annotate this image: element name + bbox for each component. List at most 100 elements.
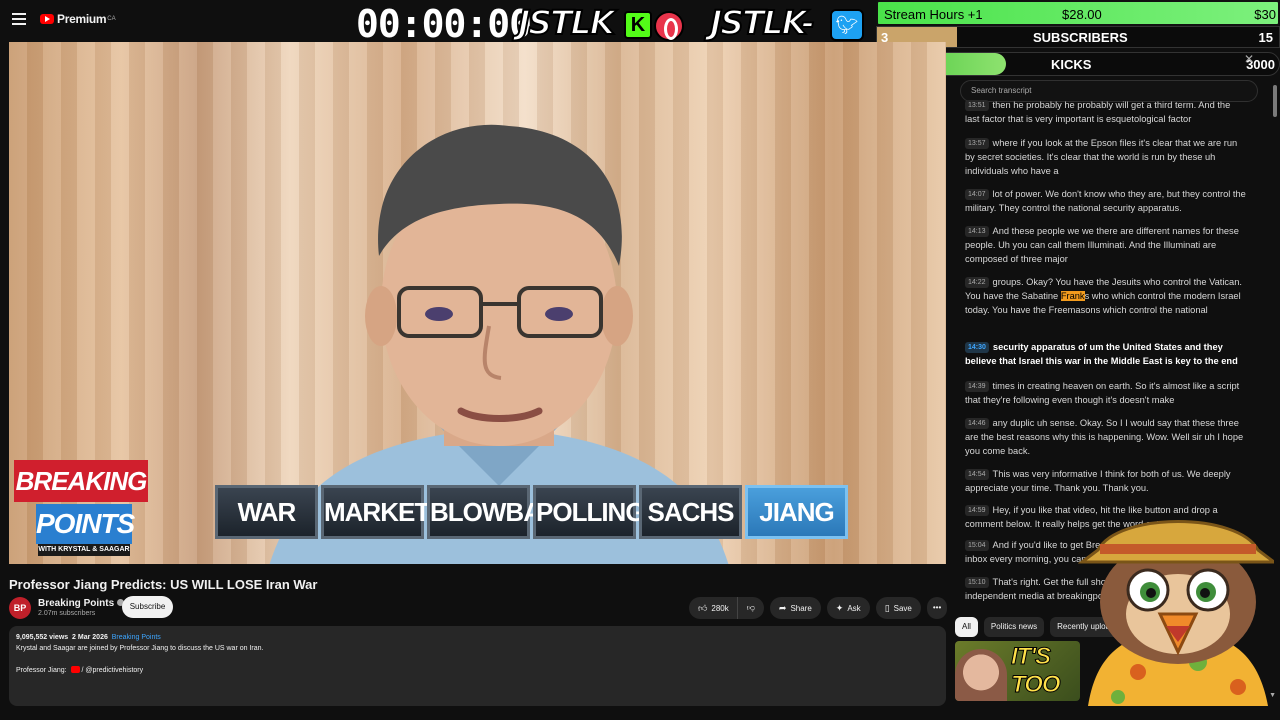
topic-jiang: JIANG bbox=[745, 485, 848, 539]
thumbs-up-icon: 👍︎ bbox=[698, 603, 708, 613]
bird-mascot-overlay bbox=[1078, 520, 1274, 706]
logo-region: CA bbox=[107, 16, 116, 22]
transcript-segment[interactable]: 14:22 groups. Okay? You have the Jesuits … bbox=[965, 275, 1247, 317]
segment-timestamp[interactable]: 14:30 bbox=[965, 342, 989, 353]
ask-button[interactable]: ✦ Ask bbox=[826, 597, 870, 619]
topic-polling: POLLING bbox=[533, 485, 646, 539]
youtube-premium-logo[interactable]: Premium CA bbox=[40, 12, 116, 26]
more-actions-button[interactable]: ••• bbox=[926, 597, 948, 619]
channel-avatar[interactable]: BP bbox=[9, 597, 31, 619]
share-arrow-icon: ➦ bbox=[778, 603, 787, 613]
segment-timestamp[interactable]: 13:51 bbox=[965, 100, 989, 111]
sparkle-icon: ✦ bbox=[835, 603, 844, 613]
subscribe-button[interactable]: Subscribe bbox=[122, 596, 173, 618]
topic-blowback: BLOWBACK bbox=[427, 485, 578, 539]
transcript-segment[interactable]: 14:07 lot of power. We don't know who the… bbox=[965, 187, 1247, 215]
search-highlight: Frank bbox=[1060, 291, 1085, 301]
segment-timestamp[interactable]: 15:04 bbox=[965, 540, 989, 551]
segment-timestamp[interactable]: 14:46 bbox=[965, 418, 989, 429]
segment-timestamp[interactable]: 13:57 bbox=[965, 138, 989, 149]
segment-timestamp[interactable]: 14:39 bbox=[965, 381, 989, 392]
brand-right-suffix: - bbox=[800, 3, 816, 43]
transcript-segment[interactable]: 14:39 times in creating heaven on earth. … bbox=[965, 379, 1247, 407]
chip-all[interactable]: All bbox=[955, 617, 978, 637]
close-panel-icon[interactable]: ✕ bbox=[1244, 52, 1270, 66]
stream-hours-amount: $28.00 bbox=[1062, 7, 1102, 22]
segment-text: times in creating heaven on earth. So it… bbox=[965, 381, 1240, 405]
share-label: Share bbox=[790, 604, 812, 613]
video-description[interactable]: 9,095,552 views 2 Mar 2026 Breaking Poin… bbox=[9, 626, 946, 706]
recommended-video-thumbnail[interactable]: IT'S TOO bbox=[955, 641, 1080, 701]
segment-text: lot of power. We don't know who they are… bbox=[965, 189, 1246, 213]
thumbnail-text: IT'S TOO bbox=[1011, 643, 1062, 699]
video-player[interactable]: BREAKING POINTS WITH KRYSTAL & SAAGAR WA… bbox=[9, 42, 946, 564]
youtube-play-icon bbox=[40, 14, 54, 24]
save-label: Save bbox=[893, 604, 912, 613]
segment-text: security apparatus of um the United Stat… bbox=[965, 342, 1238, 366]
twitter-bird-icon: 🐦︎ bbox=[830, 9, 864, 41]
hamburger-menu-icon[interactable] bbox=[12, 13, 26, 25]
segment-text: then he probably he probably will get a … bbox=[965, 100, 1231, 124]
youtube-handle-icon bbox=[70, 666, 80, 673]
segment-timestamp[interactable]: 15:10 bbox=[965, 577, 989, 588]
stream-hours-goal-amount: $30 bbox=[1254, 7, 1276, 22]
description-line: Krystal and Saagar are joined by Profess… bbox=[16, 645, 264, 652]
dislike-button[interactable]: 👎︎ bbox=[736, 597, 764, 619]
logo-points-text: POINTS bbox=[36, 504, 135, 544]
transcript-segment[interactable]: 14:13 And these people we we there are di… bbox=[965, 224, 1247, 266]
stream-hours-goal: Stream Hours +1 $28.00 $30 bbox=[876, 0, 1280, 26]
recording-icon bbox=[654, 11, 684, 41]
transcript-segment[interactable]: 14:30 security apparatus of um the United… bbox=[965, 340, 1247, 368]
ask-label: Ask bbox=[847, 604, 861, 613]
save-button[interactable]: ▯ Save bbox=[875, 597, 921, 619]
segment-text: And these people we we there are differe… bbox=[965, 226, 1239, 264]
logo-text: Premium bbox=[57, 12, 107, 26]
topic-war: WAR bbox=[215, 485, 318, 539]
transcript-segment[interactable]: 13:57 where if you look at the Epson file… bbox=[965, 136, 1247, 178]
logo-breaking-text: BREAKING bbox=[14, 460, 148, 502]
guest-label: Professor Jiang: bbox=[16, 667, 67, 674]
transcript-segment[interactable]: 13:51 then he probably he probably will g… bbox=[965, 98, 1247, 126]
topic-banner: WAR MARKETS BLOWBACK POLLING SACHS JIANG bbox=[215, 485, 848, 539]
brand-logo-right: JSTLK- bbox=[709, 3, 816, 43]
channel-subscriber-count: 2.07m subscribers bbox=[38, 610, 96, 617]
brand-logo-left: JSTLK bbox=[517, 3, 616, 43]
share-button[interactable]: ➦ Share bbox=[769, 597, 821, 619]
stream-timer: 00:00:00 bbox=[356, 2, 532, 46]
channel-name[interactable]: Breaking Points bbox=[38, 598, 125, 609]
transcript-scrollbar[interactable] bbox=[1273, 85, 1277, 117]
segment-timestamp[interactable]: 14:07 bbox=[965, 189, 989, 200]
description-guest: Professor Jiang: / @predictivehistory bbox=[16, 665, 939, 676]
thumbs-down-icon: 👎︎ bbox=[746, 603, 755, 612]
channel-name-text[interactable]: Breaking Points bbox=[38, 598, 114, 609]
video-title: Professor Jiang Predicts: US WILL LOSE I… bbox=[9, 577, 318, 592]
logo-sub-text: WITH KRYSTAL & SAAGAR bbox=[38, 544, 130, 556]
thumbnail-face bbox=[955, 649, 1007, 701]
bookmark-icon: ▯ bbox=[884, 603, 890, 613]
stream-hours-label: Stream Hours +1 bbox=[884, 7, 983, 22]
transcript-segment[interactable]: 14:54 This was very informative I think f… bbox=[965, 467, 1247, 495]
transcript-segment[interactable]: 14:46 any duplic uh sense. Okay. So I I w… bbox=[965, 416, 1247, 458]
segment-timestamp[interactable]: 14:22 bbox=[965, 277, 989, 288]
segment-text: where if you look at the Epson files it'… bbox=[965, 138, 1238, 176]
guest-handle-link[interactable]: / @predictivehistory bbox=[82, 667, 144, 674]
segment-timestamp[interactable]: 14:13 bbox=[965, 226, 989, 237]
kick-logo-icon: K bbox=[624, 11, 652, 39]
segment-text: any duplic uh sense. Okay. So I I would … bbox=[965, 418, 1244, 456]
topic-sachs: SACHS bbox=[639, 485, 742, 539]
subscribers-goal-value: 15 bbox=[1258, 30, 1273, 45]
upload-date: 2 Mar 2026 bbox=[72, 634, 108, 641]
brand-right-text: JSTLK bbox=[709, 3, 804, 43]
like-button[interactable]: 👍︎ 280k bbox=[689, 597, 737, 619]
breaking-points-logo: BREAKING POINTS WITH KRYSTAL & SAAGAR bbox=[14, 460, 148, 556]
chip-politics-news[interactable]: Politics news bbox=[983, 617, 1045, 637]
video-actions: 👍︎ 280k 👎︎ ➦ Share ✦ Ask ▯ Save ••• bbox=[689, 597, 948, 619]
hashtag-link[interactable]: Breaking Points bbox=[112, 634, 161, 641]
segment-timestamp[interactable]: 14:54 bbox=[965, 469, 989, 480]
segment-timestamp[interactable]: 14:59 bbox=[965, 505, 989, 516]
view-count: 9,095,552 views bbox=[16, 634, 69, 641]
like-count: 280k bbox=[711, 604, 729, 613]
kicks-label: KICKS bbox=[1051, 57, 1092, 72]
subscribers-label: SUBSCRIBERS bbox=[1033, 30, 1128, 45]
segment-text: This was very informative I think for bo… bbox=[965, 469, 1231, 493]
